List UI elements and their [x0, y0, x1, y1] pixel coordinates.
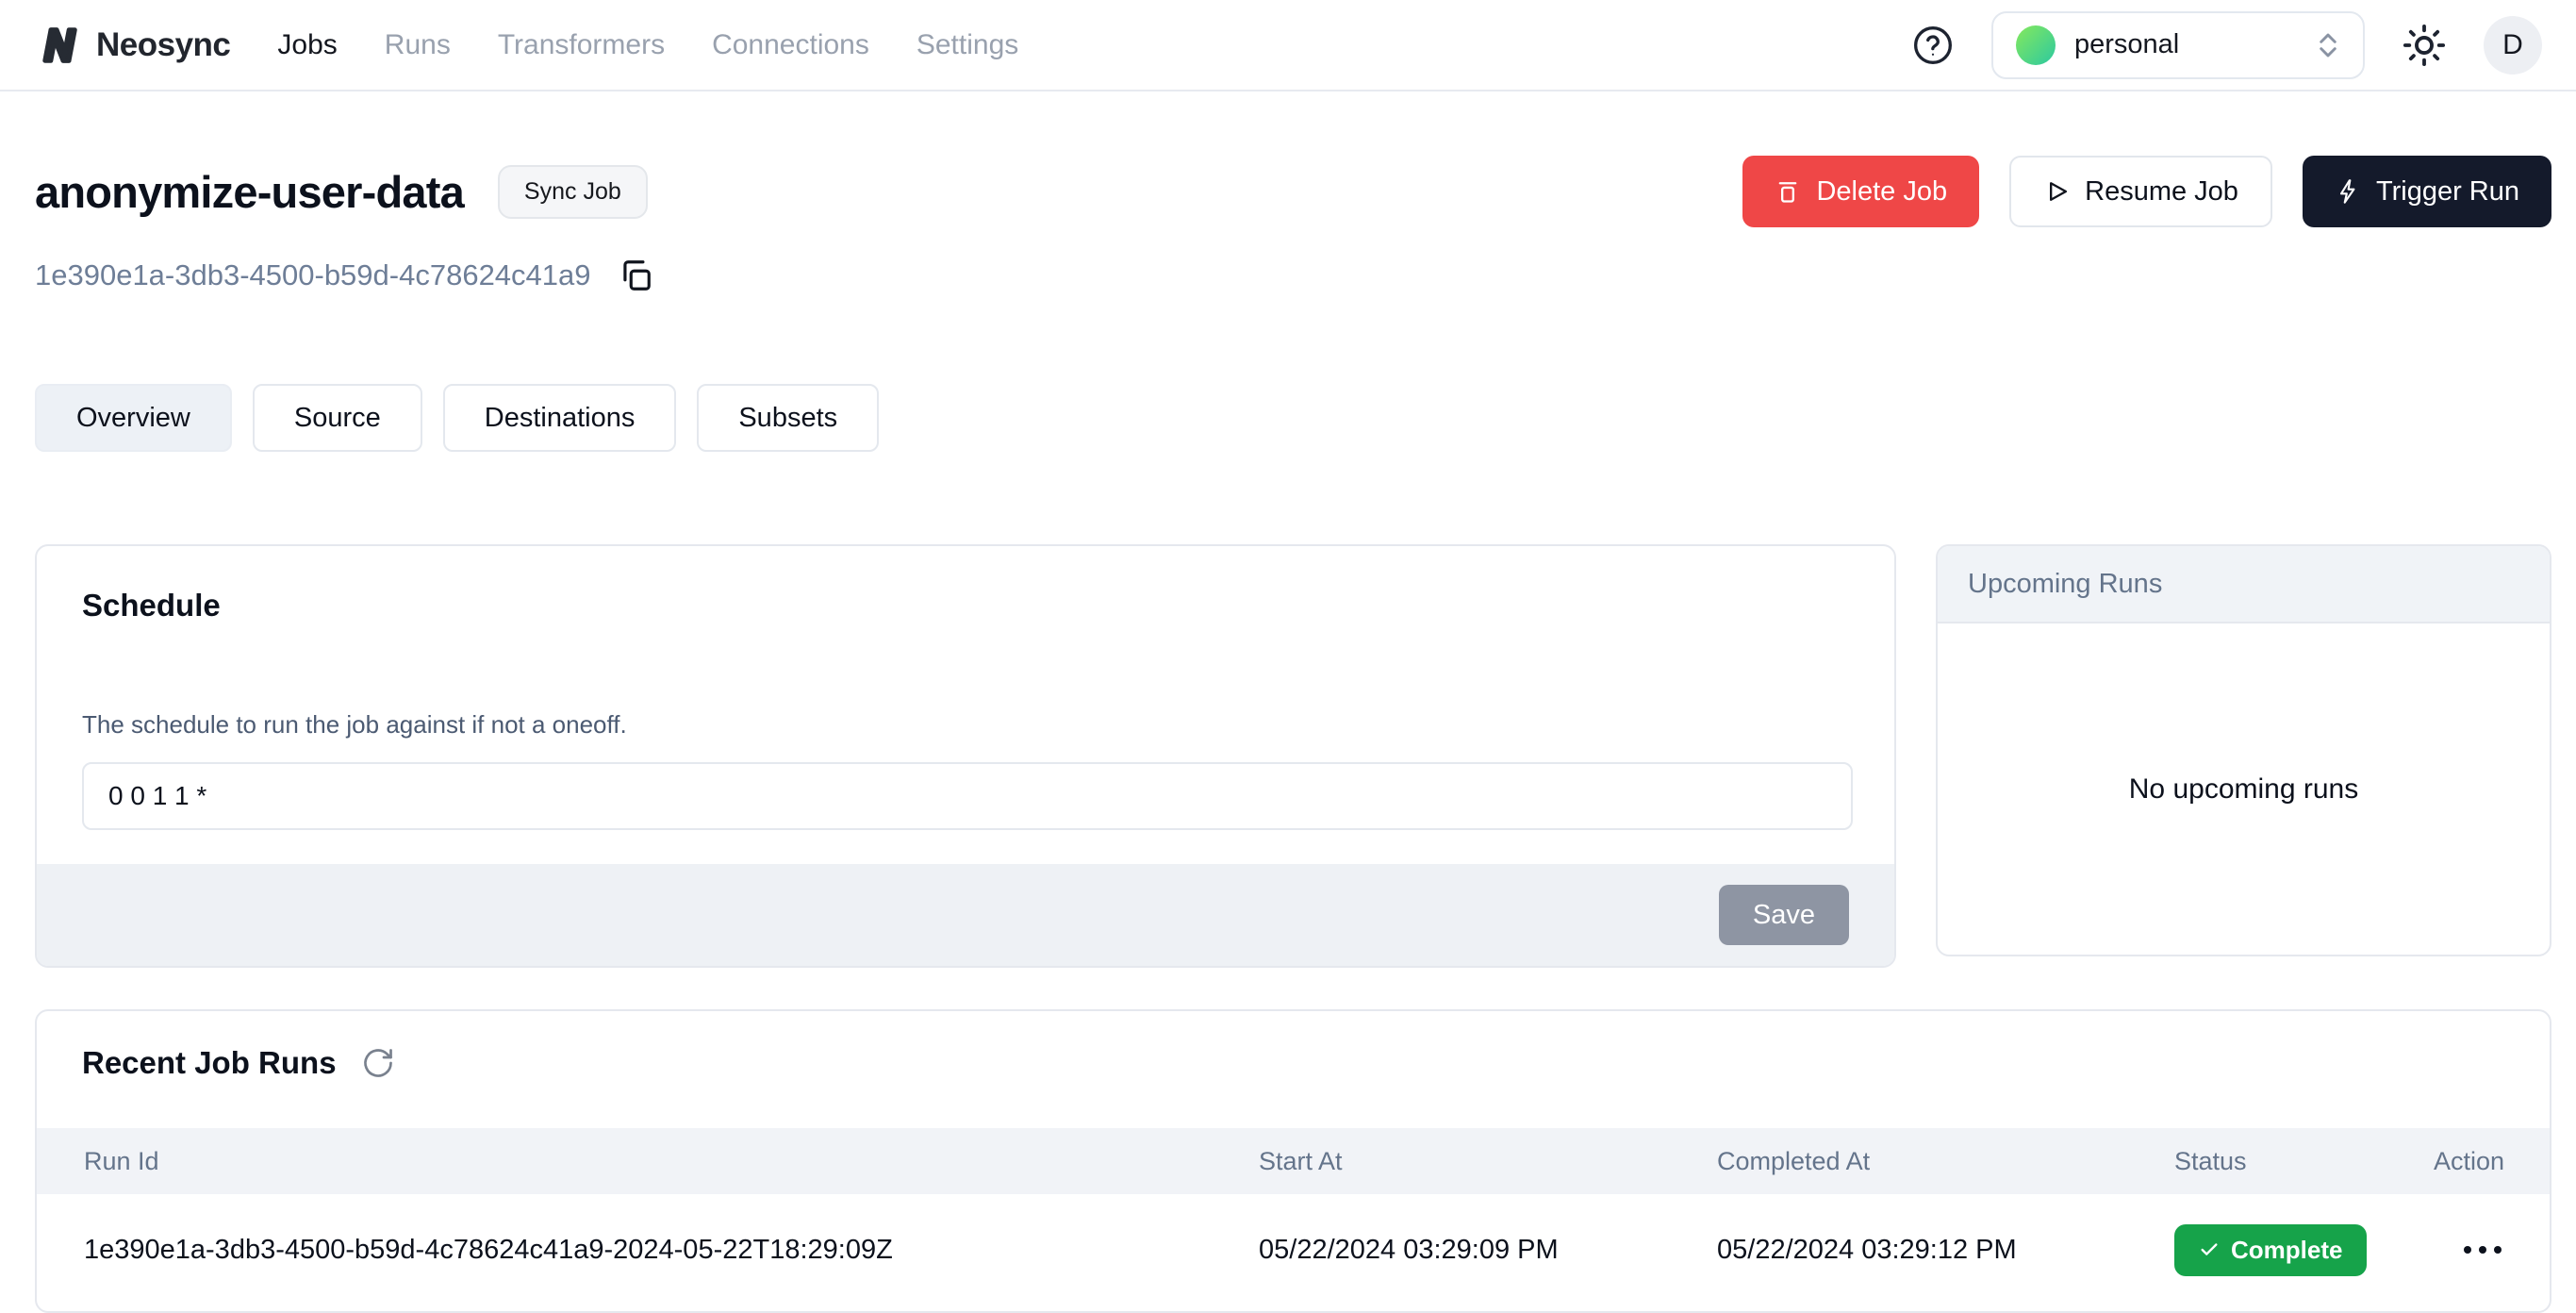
copy-job-id-button[interactable]: [618, 258, 653, 293]
column-header-status: Status: [2174, 1147, 2401, 1176]
trigger-run-label: Trigger Run: [2376, 176, 2519, 208]
brand-name: Neosync: [96, 26, 230, 64]
completed-at-cell: 05/22/2024 03:29:12 PM: [1717, 1235, 2174, 1266]
status-badge-label: Complete: [2231, 1236, 2342, 1265]
resume-job-button[interactable]: Resume Job: [2009, 156, 2272, 227]
cron-schedule-input[interactable]: [82, 762, 1853, 830]
ellipsis-icon: [2461, 1244, 2504, 1255]
play-icon: [2043, 178, 2070, 205]
resume-job-label: Resume Job: [2085, 176, 2238, 208]
upcoming-runs-card: Upcoming Runs No upcoming runs: [1936, 544, 2551, 956]
chevrons-updown-icon: [2316, 29, 2340, 61]
row-actions-button[interactable]: [2461, 1238, 2504, 1261]
page-title: anonymize-user-data: [35, 166, 464, 218]
nav-item-connections[interactable]: Connections: [712, 29, 869, 61]
column-header-run-id: Run Id: [37, 1147, 1259, 1176]
account-selector-value: personal: [2074, 29, 2297, 60]
user-avatar[interactable]: D: [2484, 16, 2542, 75]
upcoming-runs-header: Upcoming Runs: [1938, 546, 2550, 623]
nav-item-runs[interactable]: Runs: [385, 29, 451, 61]
schedule-card-title: Schedule: [82, 588, 1853, 623]
schedule-card: Schedule The schedule to run the job aga…: [35, 544, 1896, 968]
job-id-row: 1e390e1a-3db3-4500-b59d-4c78624c41a9: [35, 256, 2551, 295]
trigger-run-button[interactable]: Trigger Run: [2303, 156, 2551, 227]
nav-item-jobs[interactable]: Jobs: [277, 29, 337, 61]
upcoming-runs-title: Upcoming Runs: [1968, 569, 2162, 600]
avatar-initial: D: [2502, 29, 2523, 61]
column-header-action: Action: [2401, 1147, 2550, 1176]
theme-toggle-button[interactable]: [2403, 24, 2446, 67]
refresh-runs-button[interactable]: [361, 1046, 395, 1080]
column-header-completed-at: Completed At: [1717, 1147, 2174, 1176]
schedule-card-footer: Save: [37, 864, 1894, 966]
recent-runs-table: Run Id Start At Completed At Status Acti…: [37, 1128, 2550, 1305]
tab-source[interactable]: Source: [253, 384, 422, 452]
table-row[interactable]: 1e390e1a-3db3-4500-b59d-4c78624c41a9-202…: [37, 1194, 2550, 1305]
sun-icon: [2403, 24, 2446, 67]
nav-item-transformers[interactable]: Transformers: [498, 29, 665, 61]
top-navbar: Neosync Jobs Runs Transformers Connectio…: [0, 0, 2576, 91]
status-cell: Complete: [2174, 1224, 2401, 1276]
schedule-description: The schedule to run the job against if n…: [82, 710, 1853, 740]
refresh-icon: [361, 1046, 395, 1080]
recent-job-runs-card: Recent Job Runs Run Id Start At Complete…: [35, 1009, 2551, 1313]
tab-destinations[interactable]: Destinations: [443, 384, 677, 452]
tab-subsets[interactable]: Subsets: [697, 384, 879, 452]
upcoming-runs-empty-message: No upcoming runs: [2129, 773, 2358, 806]
main-content: anonymize-user-data Sync Job Delete Job: [0, 91, 2576, 1313]
action-cell: [2401, 1238, 2550, 1261]
table-header-row: Run Id Start At Completed At Status Acti…: [37, 1128, 2550, 1194]
neosync-brand[interactable]: Neosync: [38, 23, 230, 68]
run-id-cell: 1e390e1a-3db3-4500-b59d-4c78624c41a9-202…: [37, 1235, 1259, 1266]
account-color-dot: [2016, 25, 2056, 65]
save-schedule-button[interactable]: Save: [1719, 885, 1849, 945]
account-selector[interactable]: personal: [1991, 11, 2365, 79]
recent-job-runs-title: Recent Job Runs: [82, 1045, 337, 1081]
help-icon: [1912, 25, 1954, 66]
delete-job-button[interactable]: Delete Job: [1742, 156, 1979, 227]
column-header-start-at: Start At: [1259, 1147, 1717, 1176]
job-id-value: 1e390e1a-3db3-4500-b59d-4c78624c41a9: [35, 258, 591, 292]
status-badge: Complete: [2174, 1224, 2367, 1276]
job-type-badge: Sync Job: [498, 165, 648, 219]
check-icon: [2199, 1239, 2220, 1260]
copy-icon: [618, 258, 653, 293]
neosync-logo-icon: [38, 23, 83, 68]
job-tabs: Overview Source Destinations Subsets: [35, 384, 2551, 452]
page-header: anonymize-user-data Sync Job Delete Job: [35, 154, 2551, 229]
tab-overview[interactable]: Overview: [35, 384, 232, 452]
trash-icon: [1775, 178, 1801, 205]
lightning-bolt-icon: [2335, 178, 2361, 205]
delete-job-label: Delete Job: [1816, 176, 1947, 208]
start-at-cell: 05/22/2024 03:29:09 PM: [1259, 1235, 1717, 1266]
nav-item-settings[interactable]: Settings: [916, 29, 1018, 61]
help-button[interactable]: [1912, 25, 1954, 66]
